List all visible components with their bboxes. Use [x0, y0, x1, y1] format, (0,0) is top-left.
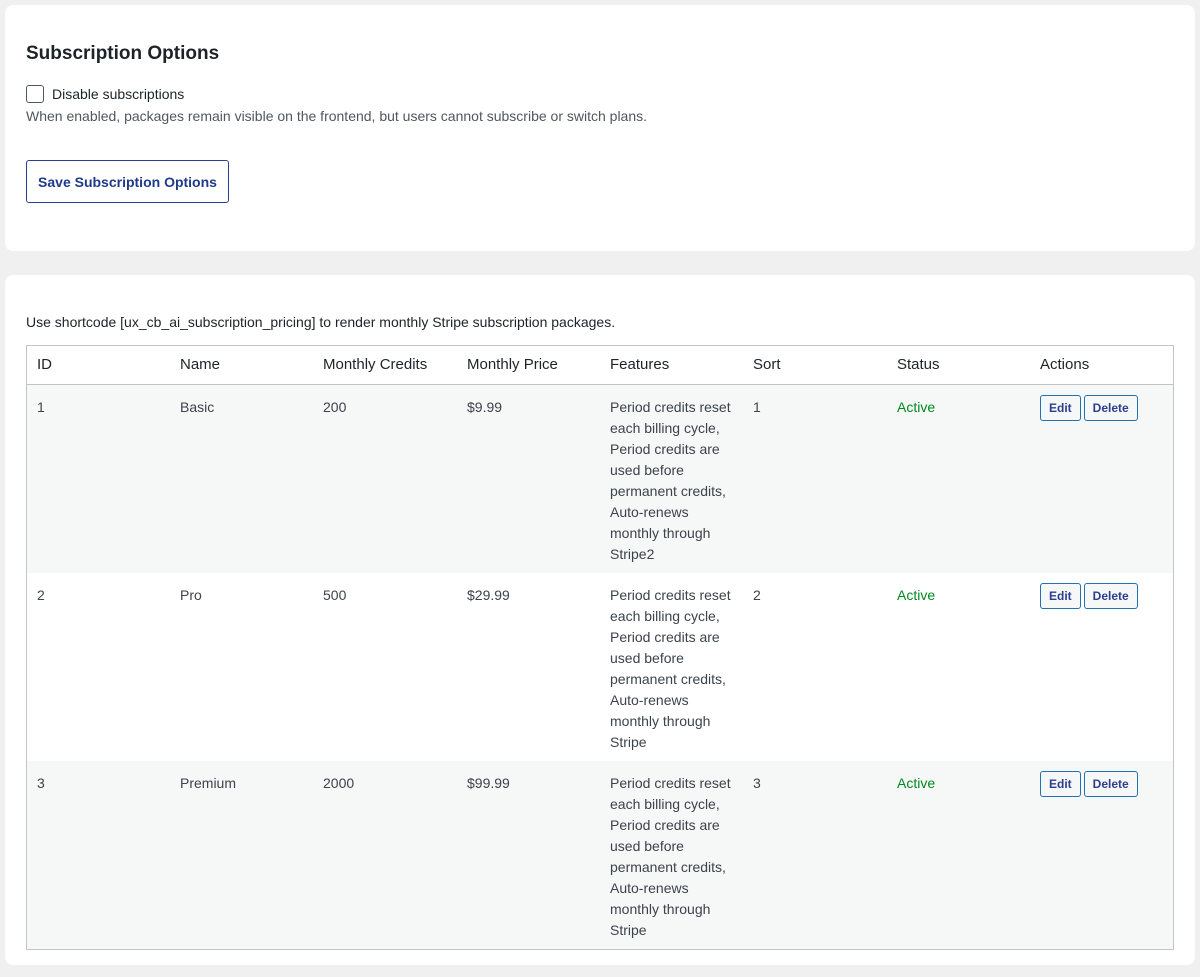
cell-sort: 3 — [753, 774, 761, 791]
status-badge: Active — [897, 398, 936, 415]
status-badge: Active — [897, 586, 936, 603]
cell-name: Pro — [180, 586, 202, 603]
packages-table-wrap: ID Name Monthly Credits Monthly Price Fe… — [26, 345, 1174, 950]
delete-button[interactable]: Delete — [1083, 394, 1138, 421]
cell-name: Premium — [180, 774, 237, 791]
cell-sort: 2 — [753, 586, 761, 603]
edit-button[interactable]: Edit — [1040, 582, 1081, 609]
disable-subscriptions-label: Disable subscriptions — [52, 86, 185, 102]
table-row: 1 Basic 200 $9.99 Period credits reset e… — [27, 384, 1173, 573]
edit-button[interactable]: Edit — [1040, 770, 1081, 797]
edit-button[interactable]: Edit — [1040, 394, 1081, 421]
cell-id: 2 — [37, 586, 45, 603]
subscription-options-card: Subscription Options Disable subscriptio… — [5, 5, 1195, 251]
delete-button[interactable]: Delete — [1083, 770, 1138, 797]
cell-id: 1 — [37, 398, 45, 415]
cell-id: 3 — [37, 774, 45, 791]
table-row: 2 Pro 500 $29.99 Period credits reset ea… — [27, 572, 1173, 761]
save-subscription-options-button[interactable]: Save Subscription Options — [26, 160, 229, 203]
column-header-id: ID — [27, 346, 170, 385]
cell-monthly-price: $99.99 — [467, 774, 510, 791]
features-text: Period credits reset each billing cycle,… — [610, 774, 731, 938]
subscription-packages-card: Use shortcode [ux_cb_ai_subscription_pri… — [5, 275, 1195, 965]
delete-button[interactable]: Delete — [1083, 582, 1138, 609]
cell-actions: Edit Delete — [1030, 384, 1173, 573]
cell-name: Basic — [180, 398, 215, 415]
column-header-features: Features — [600, 346, 743, 385]
disable-subscriptions-row[interactable]: Disable subscriptions — [26, 85, 184, 103]
column-header-name: Name — [170, 346, 313, 385]
column-header-monthly-price: Monthly Price — [457, 346, 600, 385]
cell-features: Period credits reset each billing cycle,… — [600, 573, 743, 761]
cell-monthly-price: $9.99 — [467, 398, 503, 415]
cell-monthly-credits: 200 — [323, 398, 347, 415]
packages-table: ID Name Monthly Credits Monthly Price Fe… — [27, 346, 1173, 949]
cell-sort: 1 — [753, 398, 761, 415]
disable-subscriptions-help: When enabled, packages remain visible on… — [26, 108, 648, 124]
cell-actions: Edit Delete — [1030, 573, 1173, 761]
column-header-status: Status — [887, 346, 1030, 385]
column-header-actions: Actions — [1030, 346, 1173, 385]
column-header-monthly-credits: Monthly Credits — [313, 346, 457, 385]
cell-monthly-credits: 500 — [323, 586, 347, 603]
section-title: Subscription Options — [26, 43, 220, 64]
shortcode-note: Use shortcode [ux_cb_ai_subscription_pri… — [26, 314, 616, 330]
features-text: Period credits reset each billing cycle,… — [610, 398, 731, 562]
cell-monthly-price: $29.99 — [467, 586, 510, 603]
cell-features: Period credits reset each billing cycle,… — [600, 384, 743, 573]
table-header-row: ID Name Monthly Credits Monthly Price Fe… — [27, 346, 1173, 385]
cell-actions: Edit Delete — [1030, 761, 1173, 949]
status-badge: Active — [897, 774, 936, 791]
features-text: Period credits reset each billing cycle,… — [610, 586, 731, 750]
cell-monthly-credits: 2000 — [323, 774, 355, 791]
column-header-sort: Sort — [743, 346, 887, 385]
cell-features: Period credits reset each billing cycle,… — [600, 761, 743, 949]
table-row: 3 Premium 2000 $99.99 Period credits res… — [27, 760, 1173, 949]
disable-subscriptions-checkbox[interactable] — [26, 85, 44, 103]
